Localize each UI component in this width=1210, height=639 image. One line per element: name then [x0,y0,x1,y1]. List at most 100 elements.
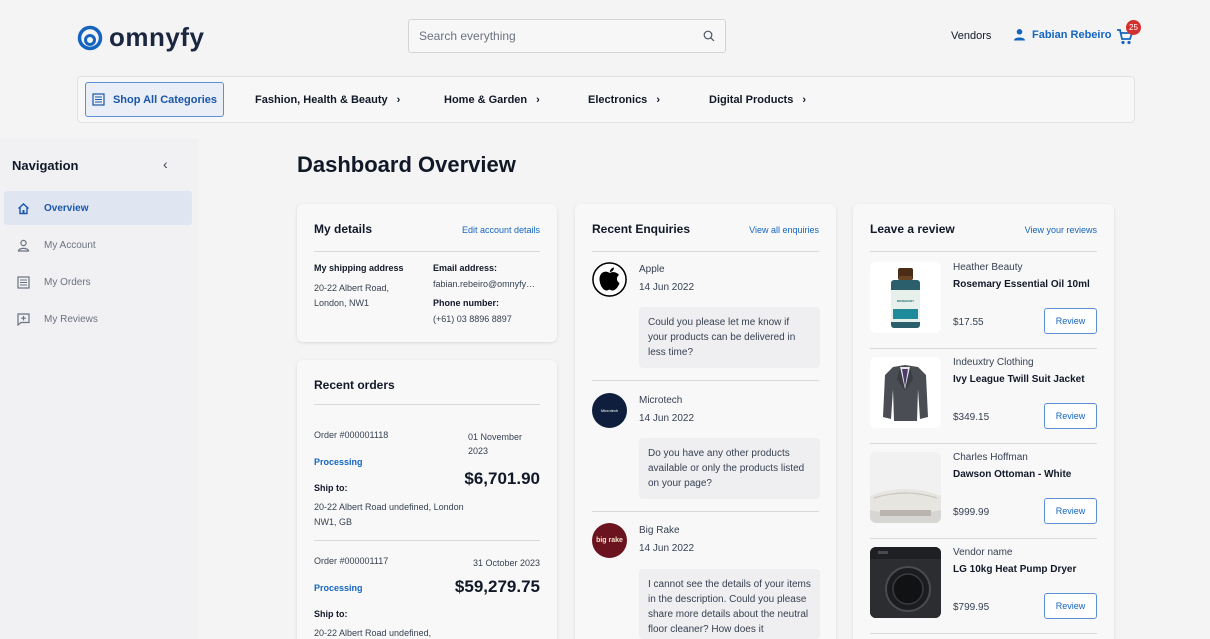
review-product-name: LG 10kg Heat Pump Dryer [953,564,1077,575]
review-vendor: Charles Hoffman [953,452,1028,463]
card-title: My details [314,222,373,236]
category-label: Home & Garden [444,94,528,106]
enquiry-date: 14 Jun 2022 [639,413,695,424]
shop-all-label: Shop All Categories [112,93,218,106]
chevron-right-icon: › [802,94,807,106]
search-input[interactable] [419,29,703,43]
review-vendor: Vendor name [953,547,1013,558]
user-menu[interactable]: Fabian Rebeiro [1013,28,1111,41]
shipping-address-line: 20-22 Albert Road, [314,283,390,293]
product-image[interactable]: ROSEMARY [870,262,941,333]
enquiry-item[interactable]: Apple 14 Jun 2022 Could you please let m… [592,262,820,380]
leave-a-review-card: Leave a review View your reviews ROSEMAR… [853,204,1114,639]
category-label: Digital Products [709,94,794,106]
user-name: Fabian Rebeiro [1032,28,1112,41]
product-image[interactable] [870,357,941,428]
sidebar: Navigation ‹ Overview My Account My Orde… [0,139,198,639]
product-image[interactable] [870,452,941,523]
review-button[interactable]: Review [1044,403,1097,429]
review-vendor: Indeuxtry Clothing [953,357,1034,368]
review-button[interactable]: Review [1044,498,1097,524]
ship-to-label: Ship to: [314,609,348,619]
category-electronics[interactable]: Electronics › [588,94,660,106]
shipping-address-label: My shipping address [314,263,404,273]
category-label: Electronics [588,94,648,106]
order-date: 01 November 2023 [468,432,523,456]
card-title: Recent orders [314,378,395,392]
review-product-price: $17.55 [953,317,984,328]
microtech-logo-text: Microtech [600,408,619,413]
chevron-left-icon[interactable]: ‹ [163,156,168,172]
card-title: Leave a review [870,222,955,236]
edit-account-details-link[interactable]: Edit account details [462,225,540,251]
view-all-enquiries-link[interactable]: View all enquiries [749,225,819,251]
card-header: Leave a review View your reviews [870,222,1097,252]
sidebar-item-label: My Orders [44,276,91,288]
sidebar-item-overview[interactable]: Overview [4,191,192,225]
category-bar: Shop All Categories Fashion, Health & Be… [77,76,1135,123]
review-vendor: Heather Beauty [953,262,1023,273]
recent-enquiries-card: Recent Enquiries View all enquiries Appl… [575,204,836,639]
category-digital-products[interactable]: Digital Products › [709,94,806,106]
sidebar-item-label: Overview [44,202,89,214]
logo-text: omnyfy [109,22,205,52]
review-product-name: Rosemary Essential Oil 10ml [953,279,1090,290]
review-button[interactable]: Review [1044,593,1097,619]
category-home-garden[interactable]: Home & Garden › [444,94,540,106]
dryer-image [870,547,941,618]
vendor-avatar [592,262,627,297]
order-amount: $6,701.90 [464,469,540,488]
home-icon [17,202,30,215]
divider [592,511,819,512]
phone-label: Phone number: [433,298,500,308]
essential-oil-bottle-image [870,262,941,333]
user-icon [1014,29,1025,41]
omnyfy-logo-icon [77,25,103,50]
sidebar-item-my-orders[interactable]: My Orders [4,265,192,299]
header: omnyfy Vendors Fabian Rebeiro 25 [0,0,1210,70]
vendor-name: Microtech [639,395,683,406]
vendor-avatar: big rake [592,523,627,558]
chevron-right-icon: › [396,94,401,106]
nav-title: Navigation [12,158,79,173]
review-product-price: $999.99 [953,507,990,518]
enquiry-item[interactable]: Microtech Microtech 14 Jun 2022 Do you h… [592,393,820,511]
divider [592,380,819,381]
list-icon [17,275,30,289]
order-number: Order #000001117 [314,556,389,566]
vendor-name: Big Rake [639,525,680,536]
sidebar-item-my-reviews[interactable]: My Reviews [4,302,192,336]
card-title: Recent Enquiries [592,222,691,236]
product-image[interactable] [870,547,941,618]
enquiry-item[interactable]: big rake Big Rake 14 Jun 2022 I cannot s… [592,523,820,639]
view-your-reviews-link[interactable]: View your reviews [1025,225,1097,251]
vendor-avatar: Microtech [592,393,627,428]
vendors-link[interactable]: Vendors [951,30,991,42]
search-icon[interactable] [703,30,715,42]
list-icon [92,93,105,106]
shipping-address-line: London, NW1 [314,298,370,308]
order-number: Order #000001118 [314,430,389,440]
cart-button[interactable]: 25 [1116,20,1142,46]
email-label: Email address: [433,263,498,273]
review-button[interactable]: Review [1044,308,1097,334]
order-status: Processing [314,583,363,593]
review-icon [17,312,30,326]
phone-value: (+61) 03 8896 8897 [433,314,512,324]
sidebar-item-label: My Account [44,239,96,251]
order-date: 31 October 2023 [472,558,540,568]
enquiry-date: 14 Jun 2022 [639,282,695,293]
review-item: ROSEMARY Heather Beauty Rosemary Essenti… [870,254,1097,349]
apple-logo-icon [592,262,627,297]
category-fashion[interactable]: Fashion, Health & Beauty › [255,94,400,106]
search-box[interactable] [408,19,726,53]
review-product-price: $349.15 [953,412,990,423]
card-header: Recent orders [314,378,540,405]
review-item: Indeuxtry Clothing Ivy League Twill Suit… [870,349,1097,444]
cart-badge: 25 [1126,20,1141,35]
logo[interactable]: omnyfy [77,22,204,53]
shop-all-categories-button[interactable]: Shop All Categories [85,82,224,117]
sidebar-item-my-account[interactable]: My Account [4,228,192,262]
recent-orders-card: Recent orders Order #000001118 01 Novemb… [297,360,557,639]
sidebar-item-label: My Reviews [44,313,98,325]
